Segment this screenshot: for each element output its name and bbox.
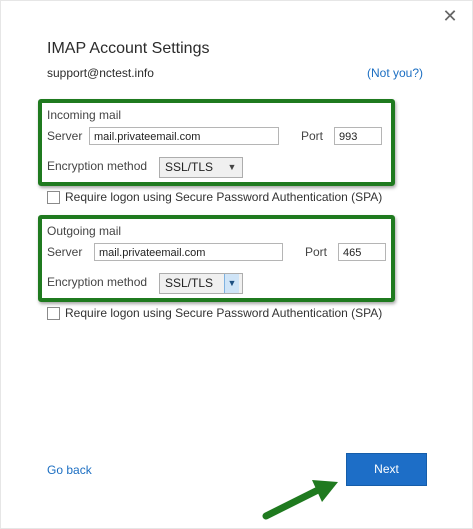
green-arrow-icon — [262, 480, 338, 520]
outgoing-spa-checkbox[interactable] — [47, 307, 60, 320]
incoming-spa-checkbox[interactable] — [47, 191, 60, 204]
outgoing-encryption-select[interactable]: SSL/TLS ▼ — [159, 273, 243, 294]
incoming-encryption-select[interactable]: SSL/TLS ▼ — [159, 157, 243, 178]
close-icon[interactable]: ✕ — [440, 6, 460, 26]
outgoing-encryption-label: Encryption method — [47, 275, 148, 289]
go-back-link[interactable]: Go back — [47, 463, 92, 477]
outgoing-port-label: Port — [305, 245, 328, 259]
incoming-encryption-value: SSL/TLS — [165, 160, 214, 174]
next-button[interactable]: Next — [346, 453, 427, 486]
outgoing-mail-label: Outgoing mail — [47, 224, 122, 238]
page-title: IMAP Account Settings — [47, 40, 210, 57]
chevron-down-icon[interactable]: ▼ — [224, 274, 239, 293]
incoming-encryption-label: Encryption method — [47, 159, 148, 173]
incoming-port-input[interactable]: 993 — [334, 127, 382, 145]
outgoing-spa-label: Require logon using Secure Password Auth… — [65, 306, 383, 320]
incoming-server-label: Server — [47, 129, 83, 143]
chevron-down-icon[interactable]: ▼ — [225, 158, 239, 177]
incoming-mail-label: Incoming mail — [47, 108, 122, 122]
outgoing-port-input[interactable]: 465 — [338, 243, 386, 261]
incoming-spa-label: Require logon using Secure Password Auth… — [65, 190, 383, 204]
outgoing-server-input[interactable]: mail.privateemail.com — [94, 243, 283, 261]
outgoing-encryption-value: SSL/TLS — [165, 276, 214, 290]
incoming-server-input[interactable]: mail.privateemail.com — [89, 127, 279, 145]
incoming-port-label: Port — [301, 129, 324, 143]
account-email: support@nctest.info — [47, 66, 154, 80]
not-you-link[interactable]: (Not you?) — [367, 66, 423, 80]
outgoing-server-label: Server — [47, 245, 83, 259]
